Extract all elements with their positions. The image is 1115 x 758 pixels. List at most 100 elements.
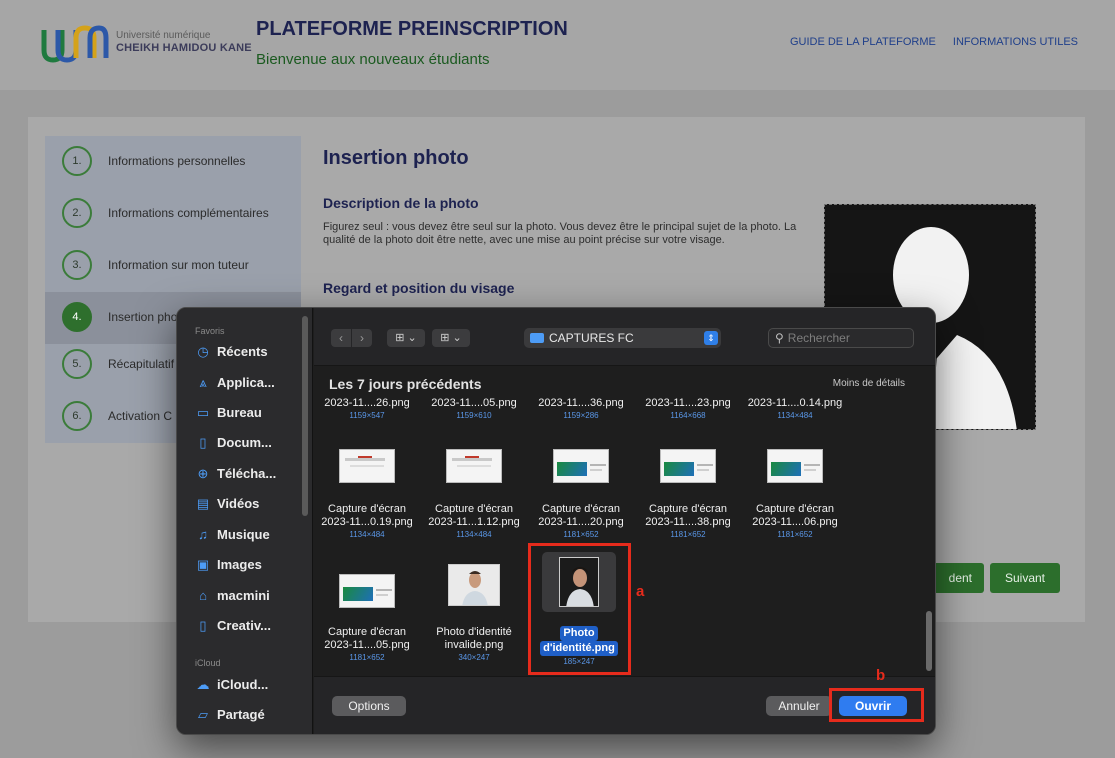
sidebar-item-recents[interactable]: ◷ Récents xyxy=(195,344,307,366)
sidebar-item-creative[interactable]: ▯ Creativ... xyxy=(195,618,307,640)
screenshot-thumbnail[interactable] xyxy=(446,449,502,483)
screenshot-thumbnail[interactable] xyxy=(339,449,395,483)
file-item[interactable]: 2023-11....26.png 1159×547 xyxy=(314,397,420,421)
file-name-line1: Capture d'écran xyxy=(435,503,513,515)
file-item[interactable]: Capture d'écran 2023-11....06.png 1181×6… xyxy=(742,503,848,540)
file-item[interactable]: Capture d'écran 2023-11....20.png 1181×6… xyxy=(528,503,634,540)
logo-line-1: Université numérique xyxy=(116,30,211,41)
file-item[interactable]: 2023-11....36.png 1159×286 xyxy=(528,397,634,421)
step-3[interactable]: 3. Information sur mon tuteur xyxy=(45,240,301,292)
file-item[interactable]: 2023-11....23.png 1164×668 xyxy=(635,397,741,421)
file-name-line1: Capture d'écran xyxy=(756,503,834,515)
sidebar-item-documents[interactable]: ▯ Docum... xyxy=(195,435,307,457)
step-number: 6. xyxy=(62,401,92,431)
annotation-label-a: a xyxy=(636,583,645,600)
person-photo-icon xyxy=(449,565,499,605)
document-icon: ▯ xyxy=(199,618,207,633)
step-label: Informations complémentaires xyxy=(108,206,269,220)
file-item[interactable]: Capture d'écran 2023-11...0.19.png 1134×… xyxy=(314,503,420,540)
file-item[interactable]: Capture d'écran 2023-11....05.png 1181×6… xyxy=(314,626,420,663)
applications-icon: ⩓ xyxy=(199,375,207,390)
photo-thumbnail[interactable] xyxy=(448,564,500,606)
next-button[interactable]: Suivant xyxy=(990,563,1060,593)
file-item[interactable]: 2023-11....0.14.png 1134×484 xyxy=(742,397,848,421)
step-number: 3. xyxy=(62,250,92,280)
file-name-line2: 2023-11....05.png xyxy=(324,639,410,651)
file-name-line2: 2023-11....06.png xyxy=(752,516,838,528)
favorites-heading: Favoris xyxy=(195,326,225,336)
content-title: Insertion photo xyxy=(323,147,469,169)
cancel-button[interactable]: Annuler xyxy=(766,696,832,716)
nav-link-info[interactable]: INFORMATIONS UTILES xyxy=(953,36,1078,48)
file-browser-scrollbar[interactable] xyxy=(926,611,932,671)
step-2[interactable]: 2. Informations complémentaires xyxy=(45,188,301,240)
folder-icon xyxy=(530,333,544,343)
screenshot-thumbnail[interactable] xyxy=(767,449,823,483)
screenshot-thumbnail[interactable] xyxy=(553,449,609,483)
file-name: 2023-11....26.png xyxy=(324,397,410,409)
file-name: 2023-11....05.png xyxy=(431,397,517,409)
description-text: Figurez seul : vous devez être seul sur … xyxy=(323,221,797,246)
home-icon: ⌂ xyxy=(199,588,207,603)
file-dimensions: 1134×484 xyxy=(777,411,813,420)
sidebar-scrollbar[interactable] xyxy=(302,316,308,516)
site-title: PLATEFORME PREINSCRIPTION xyxy=(256,18,568,40)
options-button[interactable]: Options xyxy=(332,696,406,716)
chevron-updown-icon: ⇕ xyxy=(704,331,718,345)
file-item[interactable]: Capture d'écran 2023-11...1.12.png 1134×… xyxy=(421,503,527,540)
search-input[interactable]: ⚲ Rechercher xyxy=(768,328,914,348)
image-icon: ▣ xyxy=(196,557,210,572)
sidebar-item-icloud-drive[interactable]: ☁ iCloud... xyxy=(195,677,307,699)
step-label: Activation C xyxy=(108,409,173,423)
nav-link-guide[interactable]: GUIDE DE LA PLATEFORME xyxy=(790,36,936,48)
logo-mark-icon xyxy=(41,25,109,63)
step-label: Informations personnelles xyxy=(108,154,246,168)
file-name-line1: Photo d'identité xyxy=(436,626,512,638)
file-name-line1: Capture d'écran xyxy=(542,503,620,515)
file-item[interactable]: Capture d'écran 2023-11....38.png 1181×6… xyxy=(635,503,741,540)
annotation-box-b xyxy=(829,688,924,722)
university-logo[interactable]: Université numérique CHEIKH HAMIDOU KANE xyxy=(40,22,252,70)
file-name-line2: 2023-11....38.png xyxy=(645,516,731,528)
forward-button[interactable]: › xyxy=(352,329,372,347)
sidebar-item-shared[interactable]: ▱ Partagé xyxy=(195,707,307,729)
sidebar-item-label: Récents xyxy=(217,344,268,359)
icloud-heading: iCloud xyxy=(195,658,221,668)
file-name-line2: invalide.png xyxy=(444,639,504,651)
sidebar-item-images[interactable]: ▣ Images xyxy=(195,557,307,579)
file-item[interactable]: Photo d'identité invalide.png 340×247 xyxy=(421,626,527,663)
sidebar-item-home[interactable]: ⌂ macmini xyxy=(195,588,307,610)
sidebar-item-label: Bureau xyxy=(217,405,262,420)
location-dropdown[interactable]: CAPTURES FC ⇕ xyxy=(524,328,721,348)
file-dimensions: 1134×484 xyxy=(456,530,492,539)
file-item[interactable]: 2023-11....05.png 1159×610 xyxy=(421,397,527,421)
screenshot-thumbnail[interactable] xyxy=(339,574,395,608)
less-details-link[interactable]: Moins de détails xyxy=(833,378,905,389)
sidebar-item-desktop[interactable]: ▭ Bureau xyxy=(195,405,307,427)
file-dimensions: 1164×668 xyxy=(670,411,706,420)
sidebar-item-downloads[interactable]: ⊕ Télécha... xyxy=(195,466,307,488)
file-dimensions: 1159×547 xyxy=(349,411,385,420)
site-header: Université numérique CHEIKH HAMIDOU KANE… xyxy=(0,0,1115,90)
file-dimensions: 1159×286 xyxy=(563,411,599,420)
annotation-label-b: b xyxy=(876,667,886,684)
step-number: 5. xyxy=(62,349,92,379)
file-dimensions: 1181×652 xyxy=(777,530,813,539)
sidebar-item-label: Vidéos xyxy=(217,496,260,511)
sidebar-item-music[interactable]: ♫ Musique xyxy=(195,527,307,549)
group-mode-button[interactable]: ⊞ ⌄ xyxy=(432,329,470,347)
back-button[interactable]: ‹ xyxy=(331,329,351,347)
sidebar-item-applications[interactable]: ⩓ Applica... xyxy=(195,375,307,397)
step-number: 1. xyxy=(62,146,92,176)
step-1[interactable]: 1. Informations personnelles xyxy=(45,136,301,188)
desktop-icon: ▭ xyxy=(196,405,210,420)
sidebar-item-videos[interactable]: ▤ Vidéos xyxy=(195,496,307,518)
file-dimensions: 1181×652 xyxy=(563,530,599,539)
file-name: 2023-11....0.14.png xyxy=(747,397,843,409)
file-name-line1: Capture d'écran xyxy=(649,503,727,515)
view-mode-button[interactable]: ⊞ ⌄ xyxy=(387,329,425,347)
section-heading: Les 7 jours précédents xyxy=(329,376,482,392)
sidebar-item-label: Docum... xyxy=(217,435,272,450)
file-name-line2: 2023-11....20.png xyxy=(538,516,624,528)
screenshot-thumbnail[interactable] xyxy=(660,449,716,483)
